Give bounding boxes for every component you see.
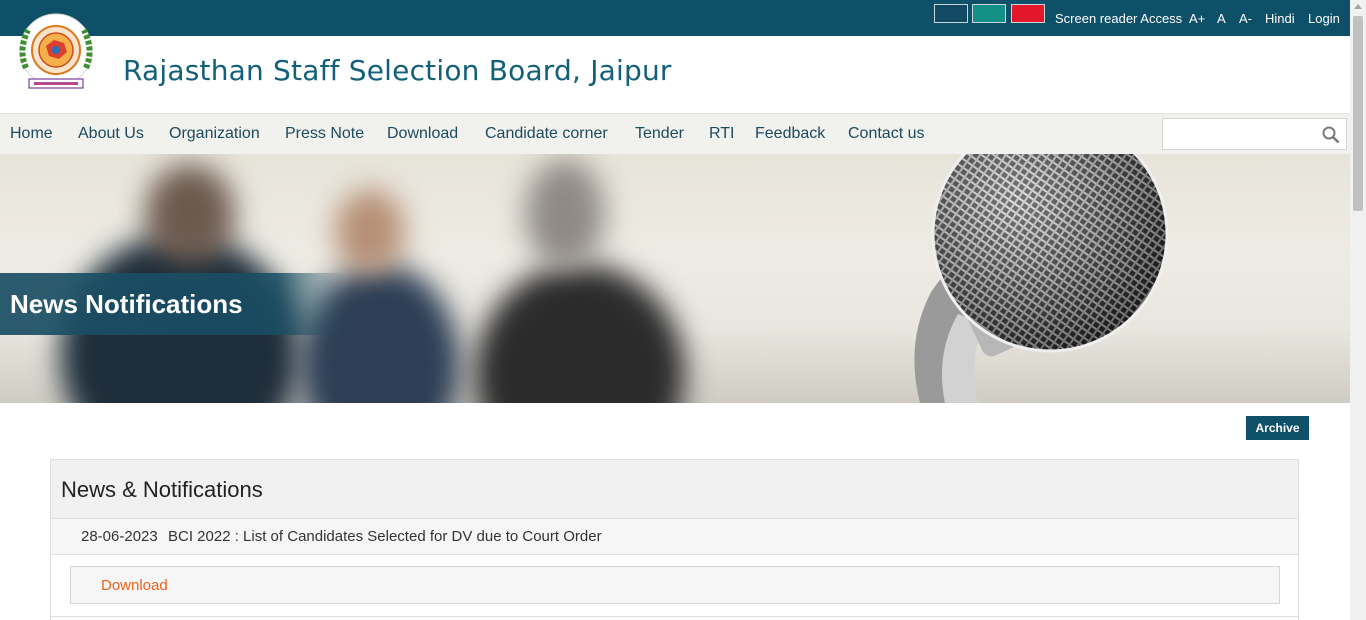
news-panel: News & Notifications 28-06-2023 BCI 2022… [50, 459, 1299, 620]
login-link[interactable]: Login [1308, 11, 1340, 26]
theme-teal-button[interactable] [972, 4, 1006, 23]
font-normal-link[interactable]: A [1217, 11, 1226, 26]
theme-dark-blue-button[interactable] [934, 4, 968, 23]
theme-red-button[interactable] [1011, 4, 1045, 23]
news-panel-header: News & Notifications [51, 460, 1298, 519]
banner-figure-right [475, 264, 685, 403]
download-link[interactable]: Download [101, 577, 168, 594]
search-icon[interactable] [1322, 126, 1340, 144]
search-input[interactable] [1167, 123, 1315, 145]
page-banner: News Notifications [0, 154, 1350, 403]
banner-figure-head-right [525, 159, 605, 269]
page-scrollbar[interactable] [1350, 0, 1366, 620]
nav-item-press-note[interactable]: Press Note [285, 125, 364, 143]
news-item-title: BCI 2022 : List of Candidates Selected f… [168, 528, 602, 545]
archive-button[interactable]: Archive [1246, 416, 1309, 440]
nav-item-contact-us[interactable]: Contact us [848, 125, 924, 143]
search-box [1162, 118, 1347, 150]
nav-item-candidate-corner[interactable]: Candidate corner [485, 125, 608, 143]
scrollbar-thumb[interactable] [1353, 16, 1363, 211]
scroll-up-arrow-icon[interactable] [1354, 4, 1362, 9]
site-header: Rajasthan Staff Selection Board, Jaipur [0, 13, 1350, 113]
news-panel-title: News & Notifications [61, 477, 263, 502]
microphone-icon [914, 154, 1169, 403]
banner-figure-head-middle [335, 189, 405, 274]
nav-item-rti[interactable]: RTI [709, 125, 734, 143]
news-item-date: 28-06-2023 [81, 528, 158, 545]
rssb-emblem-icon[interactable] [12, 12, 100, 104]
news-item: 28-06-2023 BCI 2022 : List of Candidates… [51, 519, 1298, 555]
banner-title: News Notifications [10, 289, 243, 319]
nav-item-download[interactable]: Download [387, 125, 458, 143]
banner-figure-head-left [145, 164, 235, 264]
font-increase-link[interactable]: A+ [1189, 11, 1205, 26]
screen-reader-link[interactable]: Screen reader Access [1055, 11, 1182, 26]
font-decrease-link[interactable]: A- [1239, 11, 1252, 26]
divider [51, 616, 1298, 617]
nav-item-about-us[interactable]: About Us [78, 125, 144, 143]
hindi-link[interactable]: Hindi [1265, 11, 1295, 26]
nav-item-home[interactable]: Home [10, 125, 53, 143]
news-item-attachment: Download [70, 566, 1280, 604]
main-nav: Home About Us Organization Press Note Do… [0, 113, 1350, 154]
banner-label: News Notifications [0, 273, 345, 335]
nav-item-feedback[interactable]: Feedback [755, 125, 825, 143]
top-utility-bar: Screen reader Access A+ A A- Hindi Login [0, 0, 1350, 36]
site-title: Rajasthan Staff Selection Board, Jaipur [123, 54, 672, 87]
page: Screen reader Access A+ A A- Hindi Login… [0, 0, 1350, 620]
nav-item-tender[interactable]: Tender [635, 125, 684, 143]
nav-item-organization[interactable]: Organization [169, 125, 260, 143]
